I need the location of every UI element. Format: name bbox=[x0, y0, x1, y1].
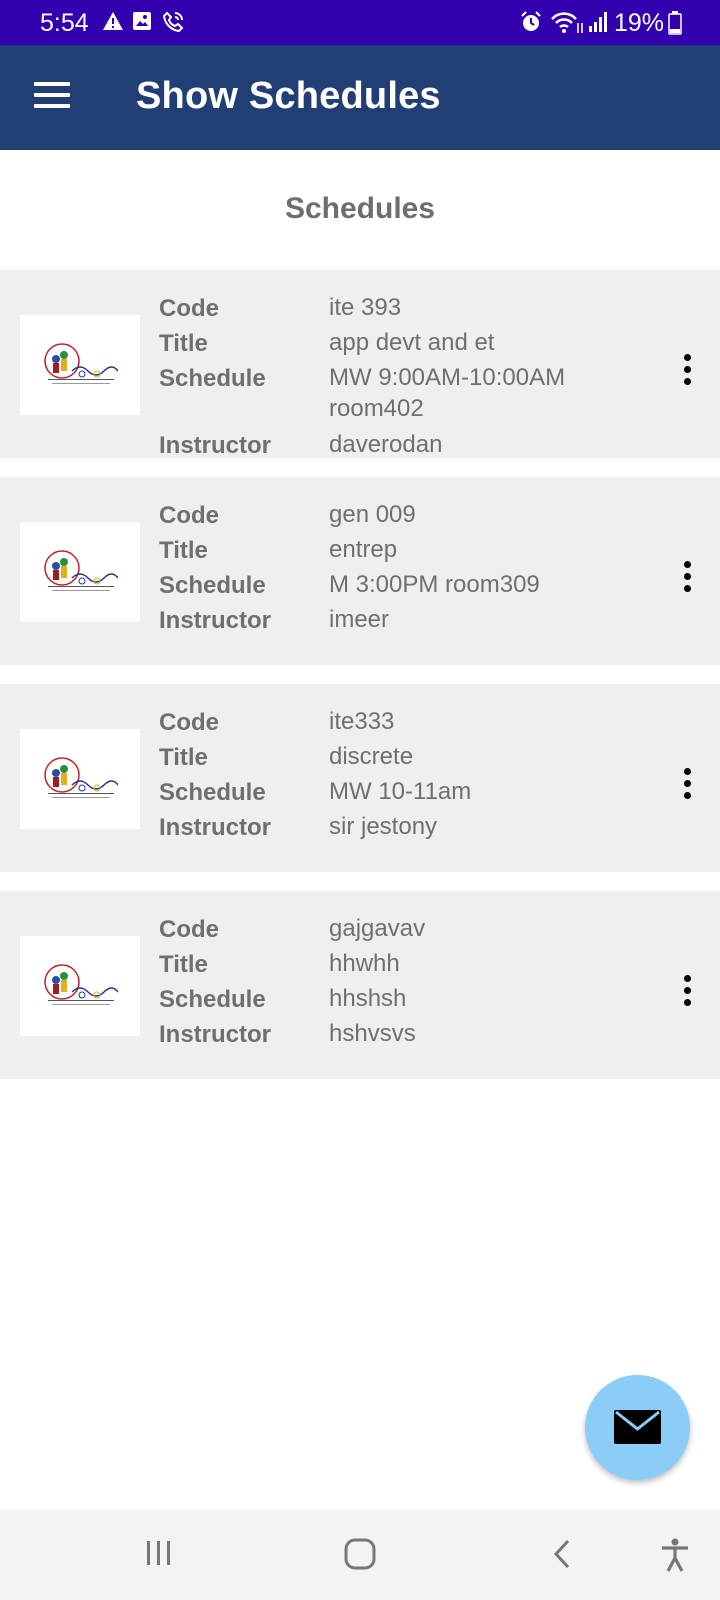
battery-icon bbox=[668, 11, 682, 35]
title-label: Title bbox=[159, 537, 208, 564]
logo-icon bbox=[44, 343, 118, 384]
back-icon[interactable] bbox=[550, 1538, 574, 1570]
logo-icon bbox=[44, 964, 118, 1005]
home-icon[interactable] bbox=[344, 1538, 376, 1570]
code-value: gajgavav bbox=[329, 915, 426, 942]
status-bar: 5:54 19% bbox=[0, 0, 720, 45]
accessibility-icon[interactable] bbox=[660, 1538, 690, 1572]
title-value: discrete bbox=[329, 743, 414, 770]
instructor-label: Instructor bbox=[159, 432, 272, 458]
image-icon bbox=[133, 12, 151, 30]
schedule-value: hhshsh bbox=[329, 985, 407, 1012]
system-nav-bar bbox=[0, 1510, 720, 1600]
instructor-label: Instructor bbox=[159, 607, 272, 634]
schedule-value: MW 9:00AM-10:00AM room402 bbox=[329, 364, 566, 422]
instructor-label: Instructor bbox=[159, 814, 272, 841]
title-value: hhwhh bbox=[329, 950, 400, 977]
code-value: ite 393 bbox=[329, 294, 402, 321]
title-value: app devt and et bbox=[329, 329, 495, 356]
course-logo bbox=[20, 729, 140, 829]
alarm-icon bbox=[521, 11, 541, 31]
more-options-icon[interactable] bbox=[670, 557, 706, 597]
logo-icon bbox=[44, 757, 118, 798]
code-value: gen 009 bbox=[329, 501, 416, 528]
wifi-call-icon bbox=[162, 11, 184, 33]
schedule-value: MW 10-11am bbox=[329, 778, 472, 805]
more-options-icon[interactable] bbox=[670, 971, 706, 1011]
warning-icon bbox=[103, 12, 123, 30]
schedule-label: Schedule bbox=[159, 986, 266, 1013]
instructor-value: imeer bbox=[329, 606, 390, 633]
course-logo bbox=[20, 522, 140, 622]
code-label: Code bbox=[159, 295, 219, 322]
schedule-card[interactable]: Code gen 009 Title entrep Schedule M 3:0… bbox=[0, 477, 720, 665]
schedule-card[interactable]: Code gajgavav Title hhwhh Schedule hhshs… bbox=[0, 891, 720, 1079]
logo-icon bbox=[44, 550, 118, 591]
code-label: Code bbox=[159, 916, 219, 943]
title-value: entrep bbox=[329, 536, 398, 563]
title-label: Title bbox=[159, 951, 208, 978]
send-mail-button[interactable] bbox=[585, 1375, 690, 1480]
code-value: ite333 bbox=[329, 708, 395, 735]
instructor-value: hshvsvs bbox=[329, 1020, 416, 1047]
more-options-icon[interactable] bbox=[670, 350, 706, 390]
schedule-value: M 3:00PM room309 bbox=[329, 571, 540, 598]
signal-icon bbox=[589, 12, 607, 32]
title-label: Title bbox=[159, 330, 208, 357]
title-label: Title bbox=[159, 744, 208, 771]
wifi-icon bbox=[551, 12, 583, 33]
recent-apps-icon[interactable] bbox=[144, 1538, 174, 1568]
section-heading: Schedules bbox=[284, 192, 436, 225]
battery-percentage: 19% bbox=[614, 9, 665, 37]
more-options-icon[interactable] bbox=[670, 764, 706, 804]
instructor-value: daverodan bbox=[329, 431, 443, 458]
instructor-value: sir jestony bbox=[329, 813, 438, 840]
code-label: Code bbox=[159, 709, 219, 736]
course-logo bbox=[20, 936, 140, 1036]
app-bar: Show Schedules bbox=[0, 45, 720, 150]
schedule-label: Schedule bbox=[159, 779, 266, 806]
page-title: Show Schedules bbox=[136, 75, 441, 117]
schedule-card[interactable]: Code ite333 Title discrete Schedule MW 1… bbox=[0, 684, 720, 872]
code-label: Code bbox=[159, 502, 219, 529]
status-time: 5:54 bbox=[40, 9, 89, 37]
instructor-label: Instructor bbox=[159, 1021, 272, 1048]
schedule-label: Schedule bbox=[159, 572, 266, 599]
course-logo bbox=[20, 315, 140, 415]
mail-icon bbox=[614, 1410, 661, 1444]
schedule-card[interactable]: Code ite 393 Title app devt and et Sched… bbox=[0, 270, 720, 458]
hamburger-menu-icon[interactable] bbox=[30, 73, 74, 117]
schedule-label: Schedule bbox=[159, 365, 266, 392]
